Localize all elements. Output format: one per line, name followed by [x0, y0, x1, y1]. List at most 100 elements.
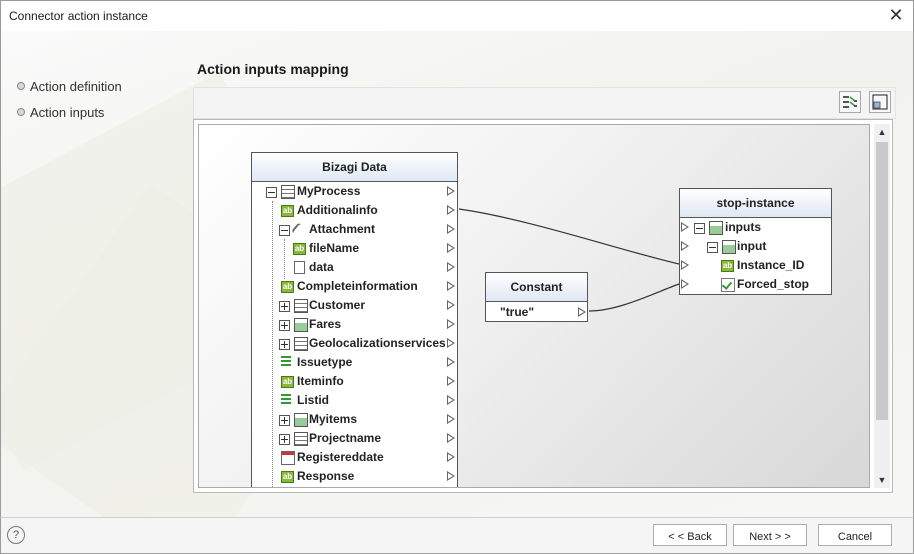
- text-attribute-icon: ab: [281, 281, 294, 293]
- cancel-button[interactable]: Cancel: [818, 524, 892, 546]
- output-port-icon[interactable]: [447, 243, 455, 253]
- collection-icon: [294, 413, 308, 427]
- target-row-forced-stop[interactable]: Forced_stop: [680, 275, 831, 294]
- mapping-canvas-frame: Bizagi Data MyProcess ab Additionalinfo: [193, 119, 893, 493]
- output-port-icon[interactable]: [447, 338, 455, 348]
- source-box-title: Bizagi Data: [252, 153, 457, 182]
- target-row-instance-id[interactable]: ab Instance_ID: [680, 256, 831, 275]
- output-port-icon[interactable]: [447, 357, 455, 367]
- output-port-icon[interactable]: [447, 300, 455, 310]
- collapse-icon[interactable]: [266, 187, 277, 198]
- collapse-icon[interactable]: [694, 223, 705, 234]
- tree-row-listid[interactable]: Listid: [252, 391, 457, 410]
- tree-row-response[interactable]: ab Response: [252, 467, 457, 486]
- scroll-down-icon[interactable]: ▼: [874, 472, 890, 488]
- tree-row-label: Attachment: [309, 222, 376, 236]
- tree-row-myprocess[interactable]: MyProcess: [252, 182, 457, 201]
- close-icon[interactable]: ✕: [887, 6, 905, 24]
- input-port-icon[interactable]: [681, 260, 689, 270]
- scroll-up-icon[interactable]: ▲: [874, 124, 890, 140]
- output-port-icon[interactable]: [447, 395, 455, 405]
- mapping-canvas[interactable]: Bizagi Data MyProcess ab Additionalinfo: [198, 124, 870, 488]
- step-label: Action inputs: [30, 104, 105, 120]
- tree-row-label: Myitems: [309, 412, 358, 426]
- output-port-icon[interactable]: [447, 414, 455, 424]
- collection-icon: [294, 318, 308, 332]
- step-label: Action definition: [30, 78, 122, 94]
- scrollbar-thumb[interactable]: [876, 142, 888, 420]
- output-port-icon[interactable]: [447, 452, 455, 462]
- step-action-inputs[interactable]: Action inputs: [17, 99, 122, 125]
- constant-box[interactable]: Constant "true": [485, 272, 588, 322]
- mapping-line-constant: [588, 283, 680, 312]
- tree-row-label: inputs: [725, 220, 761, 234]
- input-port-icon[interactable]: [681, 279, 689, 289]
- tree-row-label: Forced_stop: [737, 277, 810, 291]
- tree-row-additionalinfo[interactable]: ab Additionalinfo: [252, 201, 457, 220]
- tree-row-projectname[interactable]: Projectname: [252, 429, 457, 448]
- output-port-icon[interactable]: [447, 319, 455, 329]
- output-port-icon[interactable]: [447, 376, 455, 386]
- boolean-icon: [721, 278, 735, 292]
- output-port-icon[interactable]: [447, 262, 455, 272]
- source-data-box: Bizagi Data MyProcess ab Additionalinfo: [251, 152, 458, 487]
- expand-icon[interactable]: [279, 415, 290, 426]
- expand-icon[interactable]: [279, 320, 290, 331]
- fit-view-button[interactable]: [869, 91, 891, 113]
- target-row-inputs[interactable]: inputs: [680, 218, 831, 237]
- list-icon: [281, 394, 291, 406]
- tree-row-label: Projectname: [309, 431, 382, 445]
- dialog-footer: ? < < Back Next > > Cancel: [0, 517, 914, 554]
- title-bar: Connector action instance ✕: [0, 0, 914, 31]
- step-action-definition[interactable]: Action definition: [17, 73, 122, 99]
- collapse-icon[interactable]: [279, 225, 290, 236]
- table-icon: [294, 432, 308, 446]
- expand-icon[interactable]: [279, 434, 290, 445]
- auto-map-button[interactable]: [839, 91, 861, 113]
- tree-row-iteminfo[interactable]: ab Iteminfo: [252, 372, 457, 391]
- tree-row-label: Geolocalizationservices: [309, 336, 446, 350]
- tree-row-myitems[interactable]: Myitems: [252, 410, 457, 429]
- mapping-line-additionalinfo: [458, 208, 680, 265]
- target-row-input[interactable]: input: [680, 237, 831, 256]
- tree-row-geolocalizationservices[interactable]: Geolocalizationservices: [252, 334, 457, 353]
- tree-row-label: Registereddate: [297, 450, 384, 464]
- back-button[interactable]: < < Back: [653, 524, 727, 546]
- input-port-icon[interactable]: [681, 241, 689, 251]
- expand-icon[interactable]: [279, 301, 290, 312]
- tree-row-label: Instance_ID: [737, 258, 805, 272]
- tree-row-data[interactable]: data: [252, 258, 457, 277]
- tree-row-label: input: [737, 239, 767, 253]
- collapse-icon[interactable]: [707, 242, 718, 253]
- tree-row-label: Additionalinfo: [297, 203, 378, 217]
- list-icon: [281, 356, 291, 368]
- output-port-icon[interactable]: [447, 471, 455, 481]
- tree-row-completeinformation[interactable]: ab Completeinformation: [252, 277, 457, 296]
- tree-row-fares[interactable]: Fares: [252, 315, 457, 334]
- tree-row-issuetype[interactable]: Issuetype: [252, 353, 457, 372]
- output-port-icon[interactable]: [447, 224, 455, 234]
- output-port-icon[interactable]: [447, 205, 455, 215]
- output-port-icon[interactable]: [447, 281, 455, 291]
- group-icon: [722, 240, 736, 254]
- output-port-icon[interactable]: [578, 307, 586, 317]
- input-port-icon[interactable]: [681, 222, 689, 232]
- output-port-icon[interactable]: [447, 433, 455, 443]
- attachment-icon: [290, 222, 305, 236]
- tree-row-label: fileName: [309, 241, 360, 255]
- output-port-icon[interactable]: [447, 186, 455, 196]
- dialog-body: Action definition Action inputs Action i…: [0, 31, 914, 517]
- tree-row-customer[interactable]: Customer: [252, 296, 457, 315]
- help-icon[interactable]: ?: [7, 526, 25, 544]
- tree-row-label: Response: [297, 469, 355, 483]
- fit-view-icon: [872, 94, 888, 110]
- tree-row-registereddate[interactable]: Registereddate: [252, 448, 457, 467]
- expand-icon[interactable]: [279, 339, 290, 350]
- file-icon: [294, 261, 305, 274]
- tree-row-attachment[interactable]: Attachment: [252, 220, 457, 239]
- constant-value-row[interactable]: "true": [486, 302, 587, 322]
- tree-row-filename[interactable]: ab fileName: [252, 239, 457, 258]
- auto-map-icon: [843, 96, 857, 108]
- next-button[interactable]: Next > >: [733, 524, 807, 546]
- canvas-vertical-scrollbar[interactable]: ▲ ▼: [874, 124, 890, 488]
